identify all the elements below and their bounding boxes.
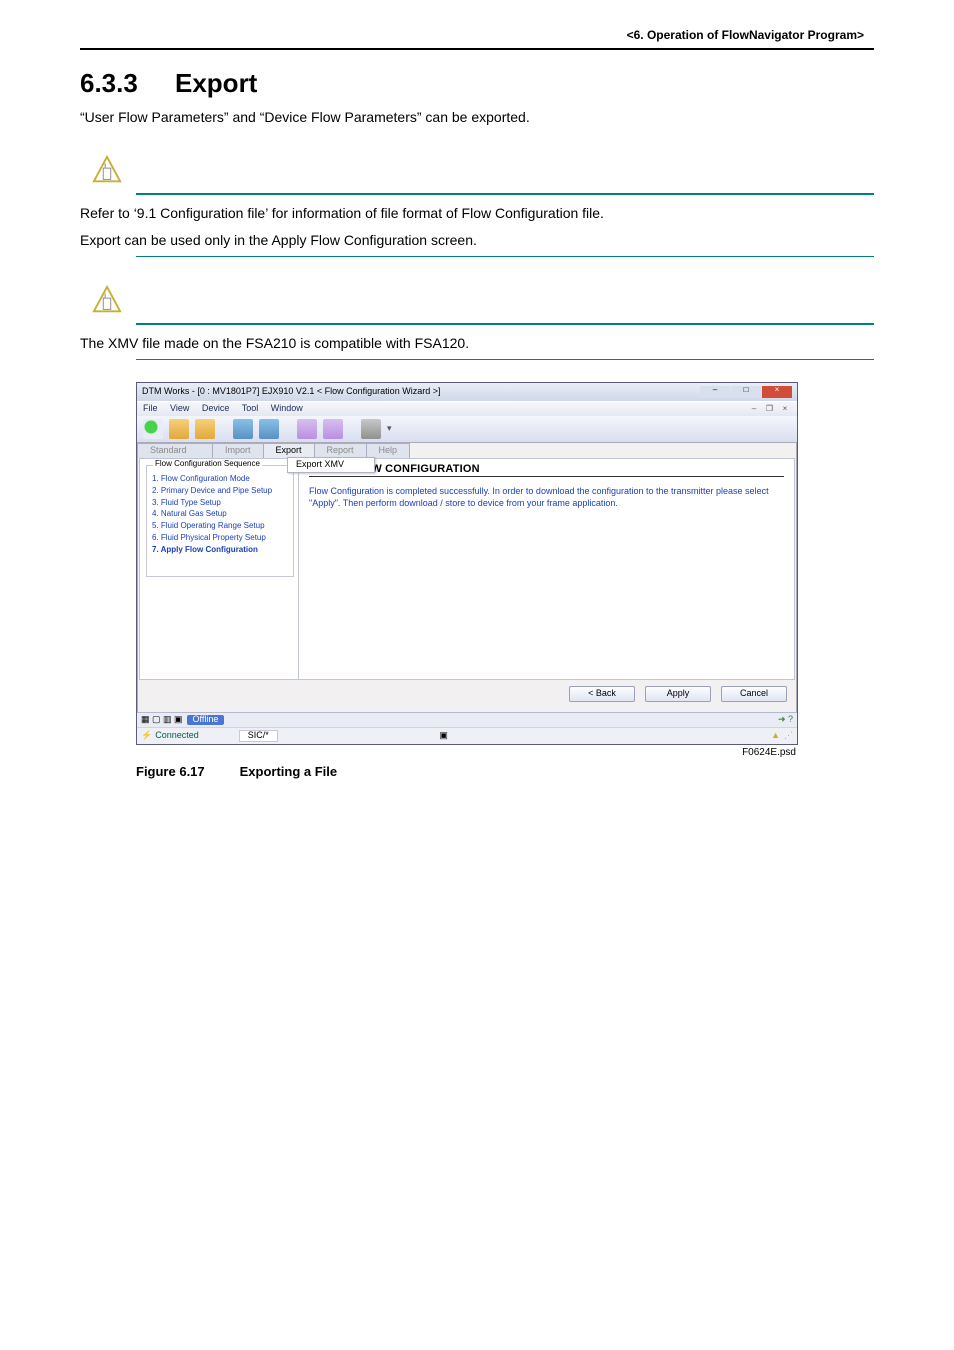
tab-help[interactable]: Help: [366, 443, 411, 458]
content-title: APPLY FLOW CONFIGURATION: [309, 463, 784, 477]
tab-report[interactable]: Report: [314, 443, 367, 458]
toolbar-folder1-icon[interactable]: [169, 419, 189, 439]
toolbar-wizard-icon[interactable]: [297, 419, 317, 439]
tab-import[interactable]: Import: [212, 443, 264, 458]
toolbar-print-icon[interactable]: [361, 419, 381, 439]
window-minimize-button[interactable]: –: [700, 386, 730, 398]
menu-file[interactable]: File: [143, 403, 158, 413]
figure-filename: F0624E.psd: [136, 747, 801, 758]
seq-step-1[interactable]: 1. Flow Configuration Mode: [152, 475, 288, 484]
tab-standard-disabled: Standard: [137, 443, 213, 458]
status-help-icon[interactable]: ➜ ?: [778, 715, 793, 725]
header-rule: [80, 48, 874, 50]
note2-text: The XMV file made on the FSA210 is compa…: [80, 333, 874, 353]
cancel-button[interactable]: Cancel: [721, 686, 787, 702]
seq-step-2[interactable]: 2. Primary Device and Pipe Setup: [152, 487, 288, 496]
toolbar: ▾: [137, 416, 797, 443]
window-titlebar: DTM Works - [0 : MV1801P7] EJX910 V2.1 <…: [137, 383, 797, 401]
note-block-1: Refer to ‘9.1 Configuration file’ for in…: [80, 155, 874, 257]
menu-window[interactable]: Window: [271, 403, 303, 413]
toolbar-user2-icon[interactable]: [259, 419, 279, 439]
menu-view[interactable]: View: [170, 403, 189, 413]
status-center-icon: ▣: [439, 731, 448, 741]
note2-bottom-rule: [136, 359, 874, 360]
tabbar: Standard Import Export Report Help: [137, 443, 797, 458]
figure-caption-label: Figure 6.17: [136, 764, 236, 779]
seq-step-3[interactable]: 3. Fluid Type Setup: [152, 499, 288, 508]
intro-text: “User Flow Parameters” and “Device Flow …: [80, 107, 874, 127]
seq-step-4[interactable]: 4. Natural Gas Setup: [152, 510, 288, 519]
status-warn-icon: ▲: [771, 731, 780, 741]
mdi-restore-button[interactable]: ❐: [763, 405, 775, 414]
status-mode-icon: ▦ ▢ ▥ ▣: [141, 715, 183, 725]
inner-statusbar: ▦ ▢ ▥ ▣ Offline ➜ ?: [137, 712, 797, 727]
back-button[interactable]: < Back: [569, 686, 635, 702]
status-offline-badge: Offline: [187, 715, 225, 725]
flow-sequence-legend: Flow Configuration Sequence: [153, 460, 262, 469]
mdi-close-button[interactable]: ×: [779, 405, 791, 414]
note2-top-rule: [136, 323, 874, 325]
page-header-right: <6. Operation of FlowNavigator Program>: [80, 28, 874, 42]
window-title: DTM Works - [0 : MV1801P7] EJX910 V2.1 <…: [142, 387, 440, 397]
toolbar-connect-icon[interactable]: [143, 419, 163, 439]
note1-line2: Export can be used only in the Apply Flo…: [80, 230, 874, 250]
mdi-minimize-button[interactable]: –: [748, 405, 760, 414]
content-message: Flow Configuration is completed successf…: [309, 485, 784, 509]
flow-sequence-panel: Flow Configuration Sequence 1. Flow Conf…: [140, 459, 298, 679]
apply-button[interactable]: Apply: [645, 686, 711, 702]
outer-statusbar: ⚡ Connected SIC/* ▣ ▲ ⋰: [137, 727, 797, 744]
menu-device[interactable]: Device: [202, 403, 230, 413]
menu-tool[interactable]: Tool: [242, 403, 259, 413]
section-number: 6.3.3: [80, 68, 175, 99]
seq-step-5[interactable]: 5. Fluid Operating Range Setup: [152, 522, 288, 531]
status-sic: SIC/*: [239, 730, 278, 742]
note1-top-rule: [136, 193, 874, 195]
toolbar-folder2-icon[interactable]: [195, 419, 215, 439]
toolbar-tool-icon[interactable]: [323, 419, 343, 439]
status-connected: Connected: [155, 731, 199, 741]
note-hand-icon: [92, 155, 122, 185]
plug-icon: ⚡: [141, 731, 152, 741]
content-panel: APPLY FLOW CONFIGURATION Flow Configurat…: [298, 459, 794, 679]
status-resize-grip[interactable]: ⋰: [784, 731, 793, 741]
note-block-2: The XMV file made on the FSA210 is compa…: [80, 285, 874, 360]
main-area: Flow Configuration Sequence 1. Flow Conf…: [139, 458, 795, 680]
figure-caption-text: Exporting a File: [240, 764, 338, 779]
seq-step-6[interactable]: 6. Fluid Physical Property Setup: [152, 534, 288, 543]
app-window: DTM Works - [0 : MV1801P7] EJX910 V2.1 <…: [136, 382, 798, 744]
toolbar-user1-icon[interactable]: [233, 419, 253, 439]
export-submenu-item[interactable]: Export XMV: [287, 457, 375, 473]
wizard-button-row: < Back Apply Cancel: [137, 680, 797, 712]
note-hand-icon: [92, 285, 122, 315]
window-close-button[interactable]: ×: [762, 386, 792, 398]
window-maximize-button[interactable]: □: [731, 386, 761, 398]
note1-bottom-rule: [136, 256, 874, 257]
tab-export[interactable]: Export: [263, 443, 315, 458]
menubar: File View Device Tool Window – ❐ ×: [137, 401, 797, 416]
note1-line1: Refer to ‘9.1 Configuration file’ for in…: [80, 203, 874, 223]
section-title: Export: [175, 68, 257, 99]
seq-step-7[interactable]: 7. Apply Flow Configuration: [152, 546, 288, 555]
